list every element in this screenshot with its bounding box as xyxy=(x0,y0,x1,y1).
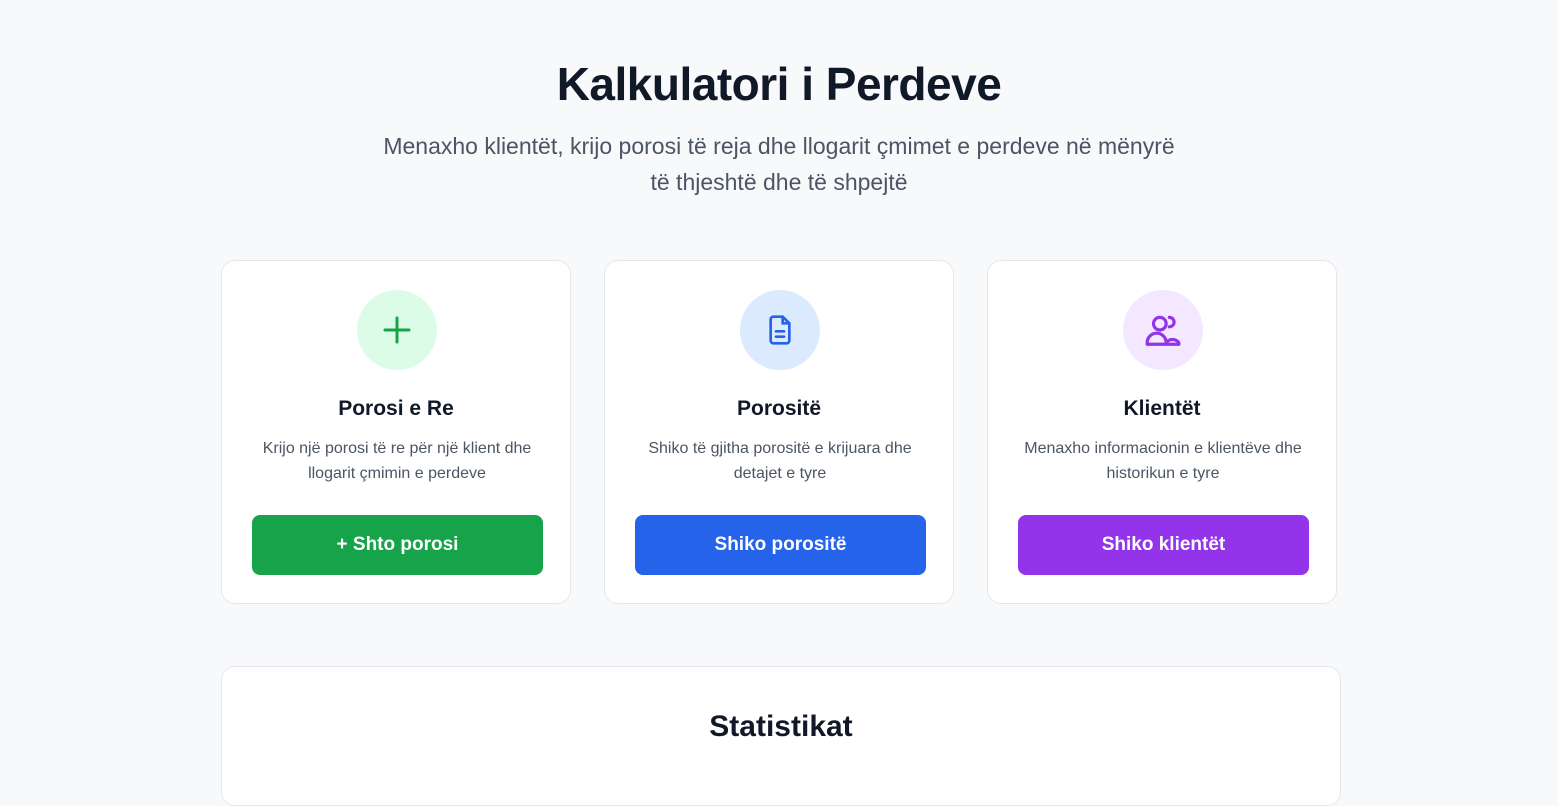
clients-icon-circle xyxy=(1123,290,1203,370)
new-order-title: Porosi e Re xyxy=(338,397,454,420)
clients-title: Klientët xyxy=(1123,397,1201,420)
clients-card: Klientët Menaxho informacionin e klientë… xyxy=(987,260,1337,604)
add-order-button[interactable]: + Shto porosi xyxy=(252,515,543,575)
document-icon xyxy=(769,315,791,345)
statistics-title: Statistikat xyxy=(709,710,853,743)
view-clients-button[interactable]: Shiko klientët xyxy=(1018,515,1309,575)
orders-icon-circle xyxy=(740,290,820,370)
orders-description: Shiko të gjitha porositë e krijuara dhe … xyxy=(648,440,912,482)
plus-icon xyxy=(383,316,411,344)
orders-title: Porositë xyxy=(736,397,822,420)
new-order-card: Porosi e Re Krijo një porosi të re për n… xyxy=(221,260,571,604)
view-orders-button[interactable]: Shiko porositë xyxy=(635,515,926,575)
page-subtitle: Menaxho klientët, krijo porosi të reja d… xyxy=(383,133,1175,195)
new-order-description: Krijo një porosi të re për një klient dh… xyxy=(262,440,532,482)
page-title: Kalkulatori i Perdeve xyxy=(556,58,1002,110)
orders-card: Porositë Shiko të gjitha porositë e krij… xyxy=(604,260,954,604)
statistics-panel: Statistikat xyxy=(221,666,1341,806)
users-icon xyxy=(1145,315,1181,346)
clients-description: Menaxho informacionin e klientëve dhe hi… xyxy=(1024,440,1302,482)
new-order-icon-circle xyxy=(357,290,437,370)
